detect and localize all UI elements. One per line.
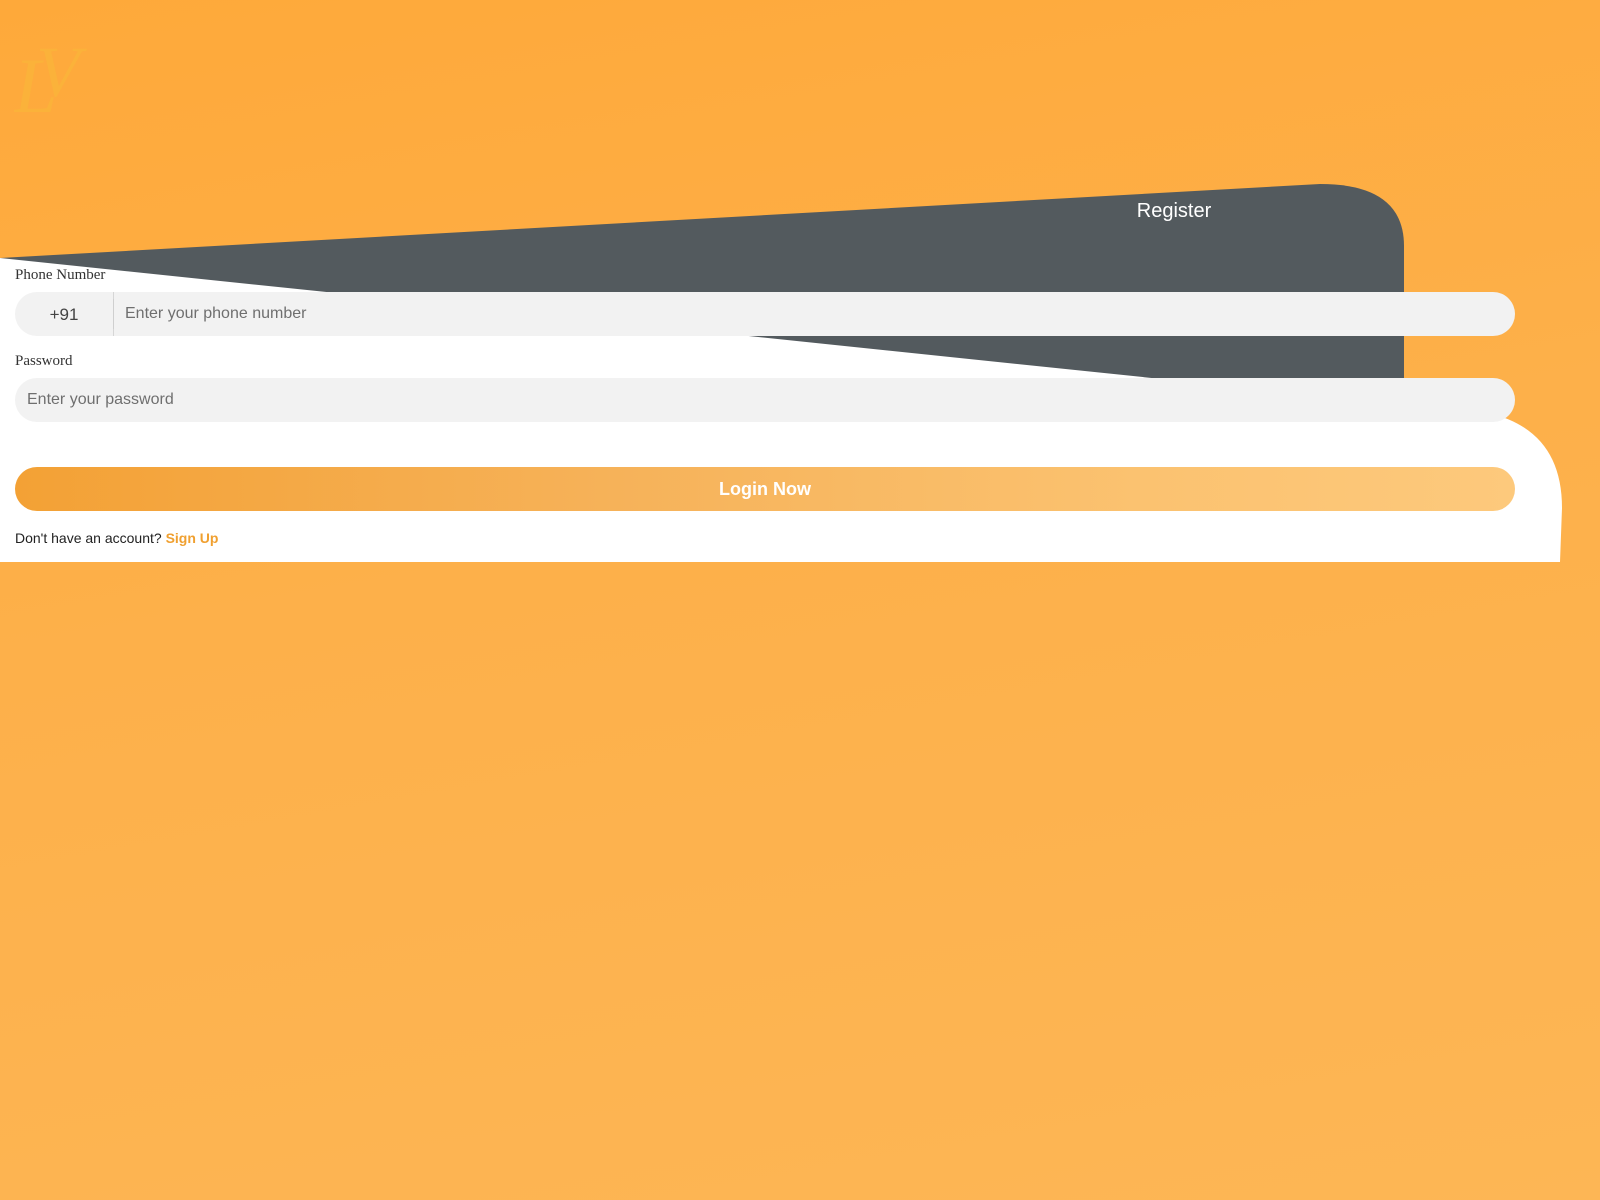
phone-number-label: Phone Number [15,267,106,283]
phone-number-input[interactable] [123,292,1503,336]
signup-prompt: Don't have an account? Sign Up [15,530,218,546]
password-input[interactable] [25,378,1505,422]
register-tab[interactable]: Register [1112,196,1236,226]
password-label: Password [15,353,73,369]
lv-monogram-icon: L V [14,38,87,128]
sign-up-link[interactable]: Sign Up [166,530,219,546]
login-now-button[interactable]: Login Now [15,467,1515,511]
country-code-select[interactable]: +91 [15,292,114,336]
password-input-group [15,378,1515,422]
phone-input-group: +91 [15,292,1515,336]
signup-prompt-text: Don't have an account? [15,530,162,546]
svg-text:V: V [36,38,87,112]
